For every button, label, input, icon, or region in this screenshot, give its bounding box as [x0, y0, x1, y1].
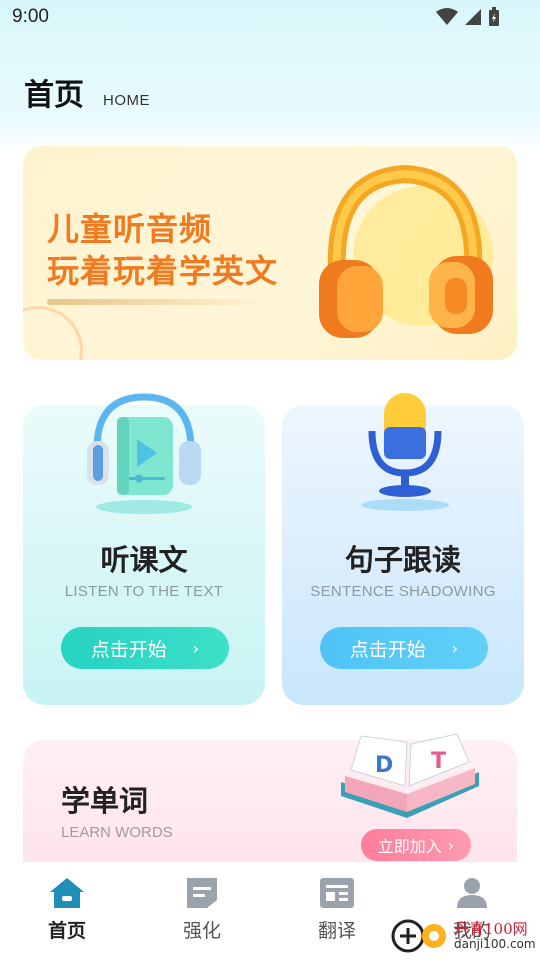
battery-icon — [489, 7, 499, 26]
shadowing-card-subtitle: SENTENCE SHADOWING — [310, 583, 496, 600]
listen-start-label: 点击开始 — [90, 638, 167, 661]
tab-boost-label: 强化 — [182, 920, 221, 942]
chevron-right-icon: › — [192, 638, 200, 658]
status-bar: 9:00 — [0, 0, 540, 36]
shadowing-card-title: 句子跟读 — [344, 543, 461, 577]
promo-banner[interactable]: 儿童听音频 玩着玩着学英文 — [23, 146, 517, 360]
banner-headline-2: 玩着玩着学英文 — [47, 252, 279, 290]
wifi-icon — [436, 8, 458, 25]
listen-start-button[interactable]: 点击开始 › — [61, 627, 229, 669]
banner-circle-decoration — [23, 306, 83, 360]
sentence-shadowing-card[interactable]: 句子跟读 SENTENCE SHADOWING 点击开始 › — [282, 393, 524, 705]
watermark-url: danji100.com — [454, 936, 536, 951]
site-watermark: 丹青100网 danji100.com — [390, 918, 536, 954]
tab-translate-label: 翻译 — [317, 920, 356, 942]
listen-card-subtitle: LISTEN TO THE TEXT — [64, 583, 224, 600]
svg-text:T: T — [431, 749, 446, 774]
words-card-title: 学单词 — [61, 784, 149, 818]
svg-text:D: D — [375, 753, 393, 778]
learn-words-card[interactable]: 学单词 LEARN WORDS D T 立即加入 › — [23, 733, 517, 865]
tab-home[interactable]: 首页 — [27, 876, 107, 943]
watermark-text: 丹青100网 — [454, 919, 528, 938]
join-now-label: 立即加入 — [377, 837, 442, 856]
user-icon — [457, 878, 487, 908]
listen-book-icon — [87, 393, 201, 514]
chevron-right-icon: › — [447, 835, 455, 855]
shadowing-start-button[interactable]: 点击开始 › — [320, 627, 488, 669]
tab-translate[interactable]: 翻译 — [297, 876, 377, 943]
status-time: 9:00 — [12, 6, 49, 27]
chevron-right-icon: › — [451, 638, 459, 658]
banner-underline — [47, 299, 257, 305]
home-icon — [50, 878, 84, 908]
watermark-logo-icon — [391, 919, 446, 953]
banner-headline-1: 儿童听音频 — [47, 210, 213, 248]
words-card-subtitle: LEARN WORDS — [61, 824, 173, 841]
shadowing-start-label: 点击开始 — [349, 638, 426, 661]
listen-text-card[interactable]: 听课文 LISTEN TO THE TEXT 点击开始 › — [23, 393, 265, 705]
microphone-icon — [361, 393, 449, 511]
tab-boost[interactable]: 强化 — [162, 876, 242, 943]
join-now-button[interactable]: 立即加入 › — [361, 829, 471, 861]
tab-home-label: 首页 — [47, 920, 86, 942]
open-book-icon: D T — [341, 733, 479, 818]
signal-icon — [465, 9, 481, 25]
listen-card-title: 听课文 — [100, 543, 188, 577]
status-icons — [436, 7, 500, 27]
translate-icon — [320, 878, 354, 908]
page-title: 首页 — [24, 78, 84, 113]
note-icon — [187, 878, 217, 908]
page-subtitle: HOME — [103, 92, 150, 109]
headphones-illustration — [319, 164, 493, 338]
